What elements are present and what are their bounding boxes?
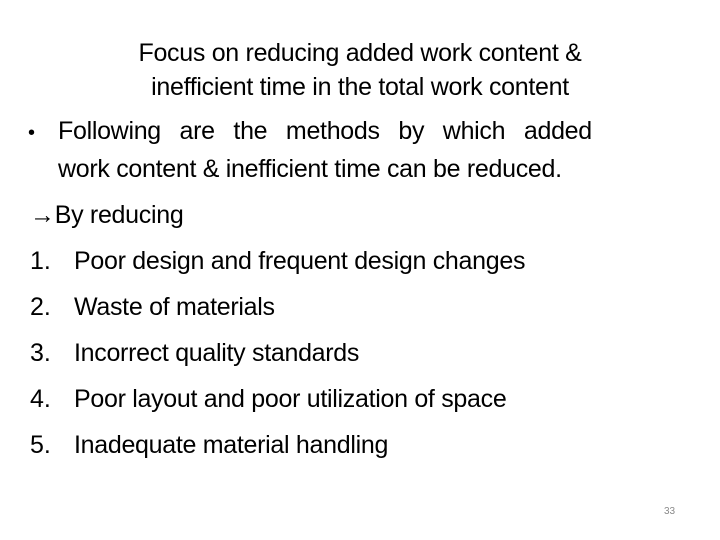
list-item: Poor design and frequent design changes — [74, 247, 526, 275]
list-item-number: 5. — [30, 431, 51, 459]
list-item-number: 4. — [30, 385, 51, 413]
list-item-number: 2. — [30, 293, 51, 321]
list-item: Waste of materials — [74, 293, 275, 321]
slide-title-line-1: Focus on reducing added work content & — [138, 39, 582, 67]
list-item: Incorrect quality standards — [74, 339, 360, 367]
page-number: 33 — [664, 506, 676, 517]
list-item-number: 1. — [30, 247, 51, 275]
list-item: Poor layout and poor utilization of spac… — [74, 385, 507, 413]
bullet-text-line-2: work content & inefficient time can be r… — [58, 155, 562, 183]
bullet-icon: • — [28, 122, 36, 144]
slide-title-line-2: inefficient time in the total work conte… — [151, 73, 569, 101]
bullet-text-line-1: Following are the methods by which added — [58, 117, 592, 145]
arrow-line: →By reducing — [30, 201, 184, 229]
list-item-number: 3. — [30, 339, 51, 367]
list-item: Inadequate material handling — [74, 431, 389, 459]
